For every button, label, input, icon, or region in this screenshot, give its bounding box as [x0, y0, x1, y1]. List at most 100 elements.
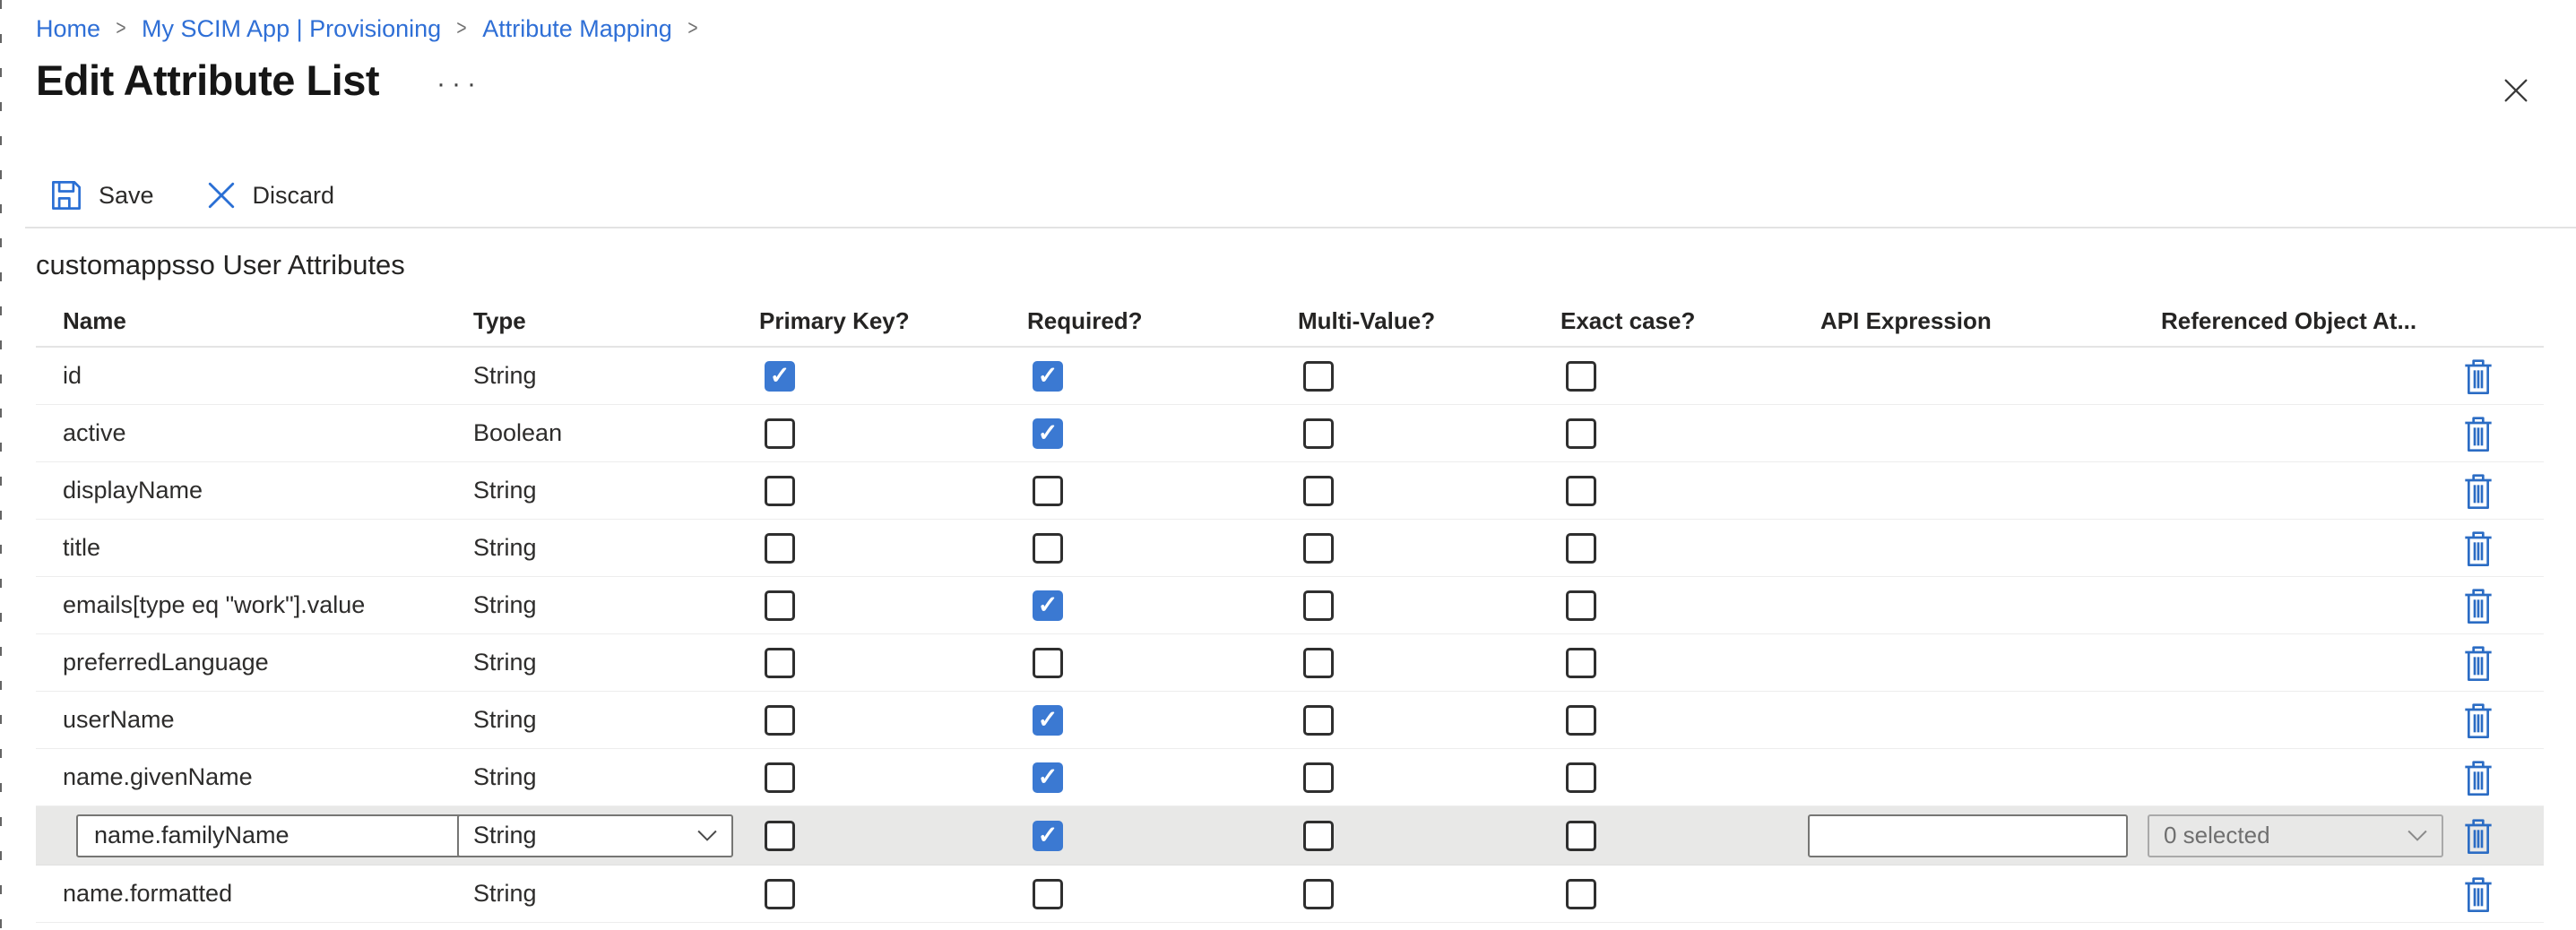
delete-row-button[interactable] [2462, 582, 2494, 629]
attribute-name: name.formatted [63, 880, 232, 908]
primary-key-checkbox[interactable]: ✓ [765, 533, 795, 564]
attribute-type: String [473, 534, 537, 562]
attribute-type: String [473, 706, 537, 734]
delete-row-button[interactable] [2462, 353, 2494, 400]
table-row[interactable]: displayName String String ✓ ✓ ✓ ✓ [36, 462, 2544, 520]
delete-row-button[interactable] [2462, 525, 2494, 572]
multi-value-checkbox[interactable]: ✓ [1303, 361, 1334, 392]
exact-case-checkbox[interactable]: ✓ [1566, 762, 1596, 793]
required-checkbox[interactable]: ✓ [1033, 648, 1063, 678]
breadcrumb-home[interactable]: Home [36, 13, 100, 45]
attribute-type: String [473, 880, 537, 908]
referenced-object-select[interactable]: 0 selected [2148, 814, 2443, 857]
delete-row-button[interactable] [2462, 813, 2494, 859]
table-row[interactable]: name.formatted String String ✓ ✓ ✓ ✓ [36, 865, 2544, 923]
required-checkbox[interactable]: ✓ [1033, 418, 1063, 449]
table-row[interactable]: userName String String ✓ ✓ ✓ ✓ [36, 692, 2544, 749]
required-checkbox[interactable]: ✓ [1033, 762, 1063, 793]
primary-key-checkbox[interactable]: ✓ [765, 879, 795, 909]
breadcrumb-separator-icon: > [457, 13, 467, 45]
table-row[interactable]: name.givenName String String ✓ ✓ ✓ ✓ [36, 749, 2544, 806]
primary-key-checkbox[interactable]: ✓ [765, 705, 795, 736]
exact-case-checkbox[interactable]: ✓ [1566, 705, 1596, 736]
edit-attribute-list-blade: Home > My SCIM App | Provisioning > Attr… [0, 0, 2576, 930]
save-button[interactable]: Save [50, 172, 154, 219]
breadcrumb-scim-app-provisioning[interactable]: My SCIM App | Provisioning [142, 13, 441, 45]
multi-value-checkbox[interactable]: ✓ [1303, 762, 1334, 793]
delete-row-button[interactable] [2462, 697, 2494, 744]
delete-row-button[interactable] [2462, 871, 2494, 917]
exact-case-checkbox[interactable]: ✓ [1566, 361, 1596, 392]
attribute-name: emails[type eq "work"].value [63, 591, 365, 619]
primary-key-checkbox[interactable]: ✓ [765, 418, 795, 449]
table-row[interactable]: name.familyName String String ✓ ✓ ✓ ✓ [36, 806, 2544, 865]
blade-left-edge-artifact [0, 0, 2, 930]
column-header-api-expression: API Expression [1820, 307, 2161, 335]
exact-case-checkbox[interactable]: ✓ [1566, 879, 1596, 909]
primary-key-checkbox[interactable]: ✓ [765, 821, 795, 851]
primary-key-checkbox[interactable]: ✓ [765, 590, 795, 621]
attribute-type: String [473, 362, 537, 390]
multi-value-checkbox[interactable]: ✓ [1303, 648, 1334, 678]
check-icon: ✓ [1038, 593, 1059, 617]
primary-key-checkbox[interactable]: ✓ [765, 762, 795, 793]
multi-value-checkbox[interactable]: ✓ [1303, 590, 1334, 621]
attribute-name-input[interactable] [76, 814, 467, 857]
check-icon: ✓ [1038, 364, 1059, 388]
table-row[interactable]: id String String ✓ ✓ ✓ ✓ [36, 348, 2544, 405]
breadcrumb-separator-icon: > [687, 13, 697, 45]
title-row: Edit Attribute List ··· [36, 56, 488, 105]
trash-icon [2464, 358, 2493, 394]
required-checkbox[interactable]: ✓ [1033, 476, 1063, 506]
exact-case-checkbox[interactable]: ✓ [1566, 533, 1596, 564]
primary-key-checkbox[interactable]: ✓ [765, 648, 795, 678]
required-checkbox[interactable]: ✓ [1033, 879, 1063, 909]
delete-row-button[interactable] [2462, 468, 2494, 514]
breadcrumb-attribute-mapping[interactable]: Attribute Mapping [482, 13, 672, 45]
required-checkbox[interactable]: ✓ [1033, 705, 1063, 736]
delete-row-button[interactable] [2462, 754, 2494, 801]
table-row[interactable]: active Boolean Boolean ✓ ✓ ✓ ✓ [36, 405, 2544, 462]
delete-row-button[interactable] [2462, 640, 2494, 686]
check-icon: ✓ [1038, 765, 1059, 789]
attribute-name: displayName [63, 477, 203, 504]
save-label: Save [99, 182, 154, 210]
exact-case-checkbox[interactable]: ✓ [1566, 821, 1596, 851]
delete-row-button[interactable] [2462, 410, 2494, 457]
multi-value-checkbox[interactable]: ✓ [1303, 705, 1334, 736]
multi-value-checkbox[interactable]: ✓ [1303, 879, 1334, 909]
check-icon: ✓ [1038, 823, 1059, 848]
required-checkbox[interactable]: ✓ [1033, 590, 1063, 621]
check-icon: ✓ [1038, 708, 1059, 732]
command-bar: Save Discard [50, 172, 334, 219]
table-row[interactable]: preferredLanguage String String ✓ ✓ ✓ [36, 634, 2544, 692]
primary-key-checkbox[interactable]: ✓ [765, 361, 795, 392]
discard-button[interactable]: Discard [206, 172, 335, 219]
required-checkbox[interactable]: ✓ [1033, 821, 1063, 851]
breadcrumb-separator-icon: > [116, 13, 125, 45]
close-icon [2501, 75, 2531, 106]
api-expression-input[interactable] [1808, 814, 2128, 857]
check-icon: ✓ [770, 364, 791, 388]
exact-case-checkbox[interactable]: ✓ [1566, 476, 1596, 506]
exact-case-checkbox[interactable]: ✓ [1566, 590, 1596, 621]
attribute-type-select[interactable]: String [457, 814, 733, 857]
more-options-icon[interactable]: ··· [431, 65, 488, 103]
required-checkbox[interactable]: ✓ [1033, 361, 1063, 392]
table-row[interactable]: title String String ✓ ✓ ✓ ✓ [36, 520, 2544, 577]
breadcrumb: Home > My SCIM App | Provisioning > Attr… [36, 13, 699, 45]
multi-value-checkbox[interactable]: ✓ [1303, 821, 1334, 851]
trash-icon [2464, 588, 2493, 624]
close-button[interactable] [2497, 72, 2535, 109]
multi-value-checkbox[interactable]: ✓ [1303, 533, 1334, 564]
column-header-required: Required? [1027, 307, 1298, 335]
multi-value-checkbox[interactable]: ✓ [1303, 476, 1334, 506]
exact-case-checkbox[interactable]: ✓ [1566, 418, 1596, 449]
multi-value-checkbox[interactable]: ✓ [1303, 418, 1334, 449]
exact-case-checkbox[interactable]: ✓ [1566, 648, 1596, 678]
primary-key-checkbox[interactable]: ✓ [765, 476, 795, 506]
attribute-name: preferredLanguage [63, 649, 269, 676]
table-row[interactable]: emails[type eq "work"].value String Stri… [36, 577, 2544, 634]
required-checkbox[interactable]: ✓ [1033, 533, 1063, 564]
table-header-row: Name Type Primary Key? Required? Multi-V… [36, 296, 2544, 348]
